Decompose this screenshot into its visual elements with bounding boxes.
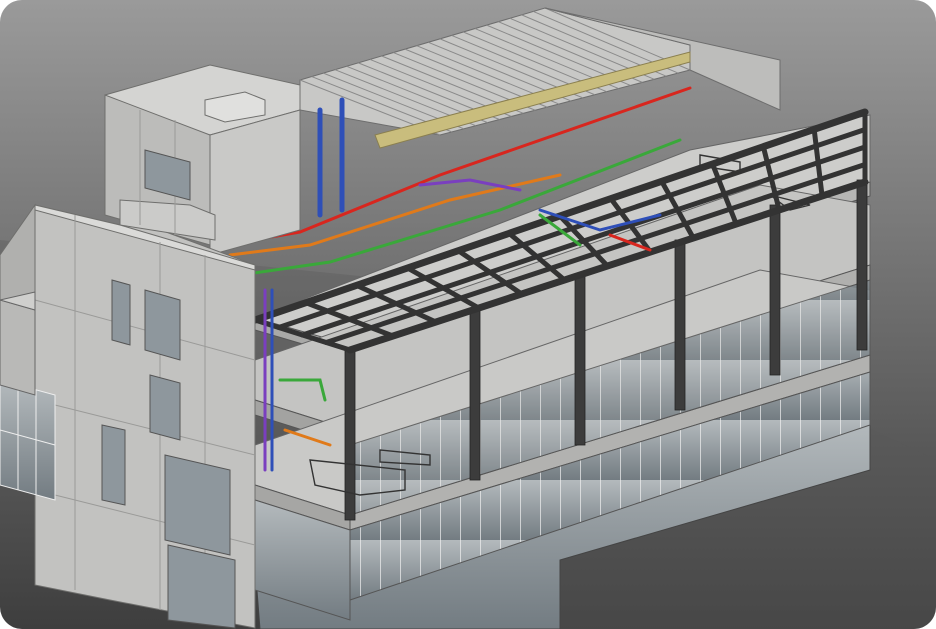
building-model-render[interactable] xyxy=(0,0,936,629)
steel-column xyxy=(344,349,356,521)
curtain-wall-left xyxy=(0,379,56,501)
steel-column xyxy=(469,309,481,481)
steel-column xyxy=(574,274,586,446)
bim-viewport[interactable] xyxy=(0,0,936,629)
steel-column xyxy=(769,204,781,376)
steel-column xyxy=(856,179,868,351)
left-slab xyxy=(0,299,36,396)
steel-column xyxy=(674,239,686,411)
